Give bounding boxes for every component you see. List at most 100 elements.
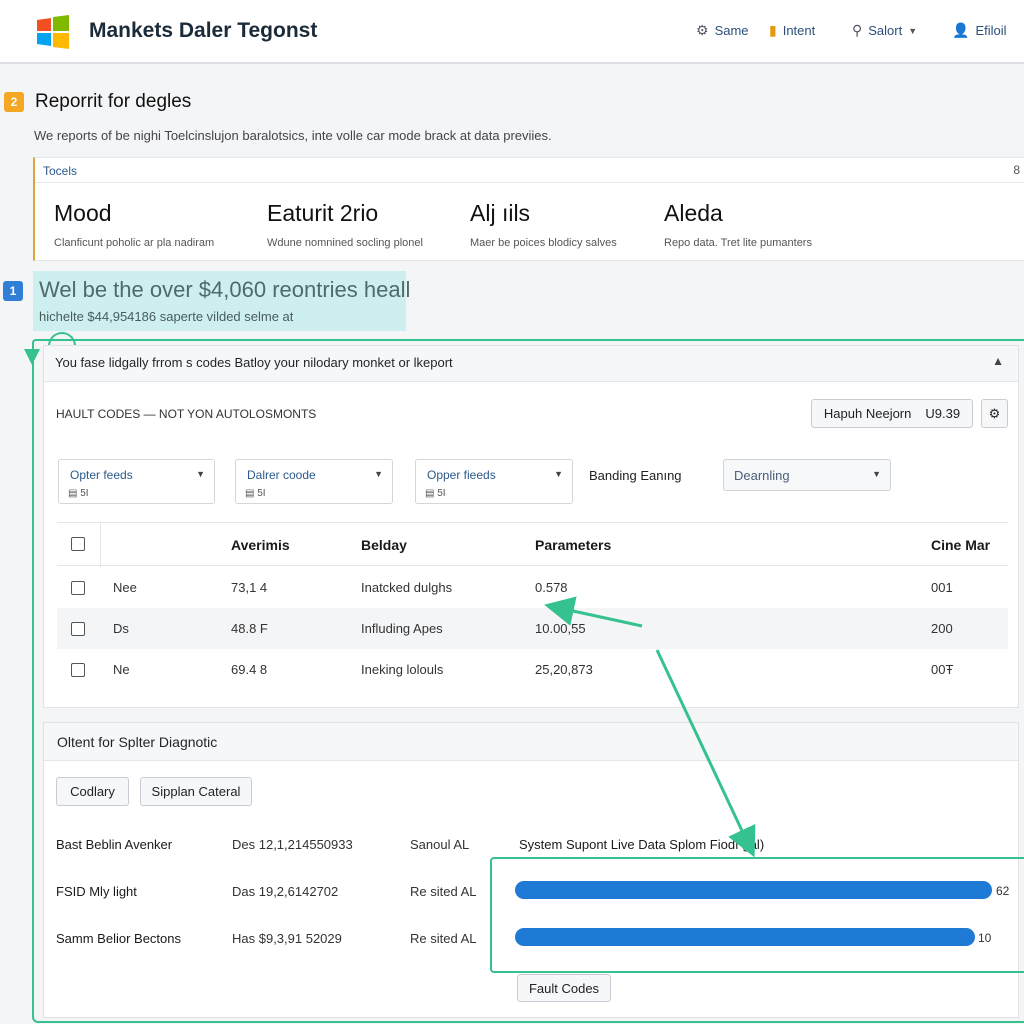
cell-parameters: 25,20,873 xyxy=(535,662,593,677)
nav-label: Same xyxy=(714,23,749,38)
chevron-down-icon: ▼ xyxy=(908,25,918,36)
progress-bar-fill xyxy=(515,881,992,899)
progress-value: 62 xyxy=(996,884,1010,898)
gear-icon: ⚙ xyxy=(696,22,709,38)
cell-name: Nee xyxy=(113,580,137,595)
nav-label: Salort xyxy=(868,23,903,38)
report-button-value: U9.39 xyxy=(925,406,961,421)
dropdown-dalrer-coode[interactable]: Dalrer coode ▼ ▤ 5I xyxy=(235,459,393,504)
column-header[interactable]: Parameters xyxy=(535,537,611,553)
progress-value: 10 xyxy=(978,931,992,945)
dropdown-caption: ▤ 5I xyxy=(68,488,89,499)
nav-intent[interactable]: ▮ Intent xyxy=(769,22,815,39)
stat-value: Eaturit 2rio xyxy=(267,200,379,226)
step-badge: 1 xyxy=(3,281,23,301)
diag-row-date: Has $9,3,91 52029 xyxy=(232,931,342,946)
diag-row-status: Re sited AL xyxy=(410,931,477,946)
table-row[interactable]: Ds 48.8 F Influding Apes 10.00,55 200 xyxy=(57,608,1008,649)
dropdown-caption: ▤ 5I xyxy=(425,488,446,499)
annotation-marker xyxy=(48,332,76,346)
filter-select[interactable]: Dearnling ▼ xyxy=(723,459,891,491)
settings-button[interactable]: ⚙ xyxy=(981,399,1008,428)
stat-caption: Maer be poices blodicy salves xyxy=(470,237,617,249)
diagnostic-title: Oltent for Splter Diagnotic xyxy=(57,734,218,750)
filter-label: Banding Eanıng xyxy=(589,468,682,483)
row-checkbox[interactable] xyxy=(71,663,85,677)
fault-codes-button[interactable]: Fault Codes xyxy=(517,974,611,1002)
section-title: Reporrit for degles xyxy=(35,91,192,112)
dropdown-opper-fieeds[interactable]: Opper fieeds ▼ ▤ 5I xyxy=(415,459,573,504)
tools-count: 8 xyxy=(1013,163,1020,177)
cell-name: Ne xyxy=(113,662,130,677)
stat-aleda: Aleda Repo data. Tret lite pumanters xyxy=(664,200,812,249)
diag-row-label: FSID Mly light xyxy=(56,884,137,899)
stat-value: Aleda xyxy=(664,200,723,226)
cell-cine: 001 xyxy=(931,580,953,595)
document-icon: ▮ xyxy=(769,22,777,38)
nav-label: Intent xyxy=(782,23,816,38)
user-icon: ⚲ xyxy=(852,22,863,38)
diagnostic-header: Oltent for Splter Diagnotic xyxy=(44,723,1018,761)
dropdown-caption: ▤ 5I xyxy=(245,488,266,499)
diag-row-status: Sanoul AL xyxy=(410,837,470,852)
divider xyxy=(100,523,101,567)
fault-codes-panel: You fase lidgally frrom s codes Batloy y… xyxy=(43,345,1019,708)
cell-cine: 00Ŧ xyxy=(931,662,954,677)
diag-row-status: Re sited AL xyxy=(410,884,477,899)
codlary-button[interactable]: Codlary xyxy=(56,777,129,806)
report-button-label: Hapuh Neejorn xyxy=(823,406,912,421)
diag-row-label: Samm Belior Bectons xyxy=(56,931,181,946)
chevron-down-icon: ▼ xyxy=(554,469,563,479)
column-header[interactable]: Belday xyxy=(361,537,407,553)
windows-logo-icon xyxy=(37,15,69,49)
tools-label: Tocels xyxy=(43,164,78,178)
stat-caption: Repo data. Tret lite pumanters xyxy=(664,237,812,249)
top-bar: Mankets Daler Tegonst ⚙ Same ▮ Intent ⚲ … xyxy=(0,0,1024,64)
stat-mood: Mood Clanficunt poholic ar pla nadiram xyxy=(54,200,214,249)
chevron-up-icon[interactable]: ▲ xyxy=(992,354,1004,368)
progress-bar-fill xyxy=(515,928,975,946)
row-checkbox[interactable] xyxy=(71,622,85,636)
nav-same[interactable]: ⚙ Same xyxy=(696,22,749,39)
nav-salort[interactable]: ⚲ Salort ▼ xyxy=(852,22,917,39)
diag-row-date: Des 12,1,214550933 xyxy=(232,837,353,852)
table-row[interactable]: Ne 69.4 8 Ineking lolouls 25,20,873 00Ŧ xyxy=(57,649,1008,690)
report-button[interactable]: Hapuh Neejorn U9.39 xyxy=(811,399,973,428)
cell-parameters: 10.00,55 xyxy=(535,621,586,636)
select-value: Dearnling xyxy=(734,468,790,483)
panel-title: You fase lidgally frrom s codes Batloy y… xyxy=(55,355,453,370)
fault-codes-table: Averimis Belday Parameters Cine Mar Nee … xyxy=(57,522,1008,692)
dropdown-label: Opper fieeds xyxy=(427,468,496,482)
cell-belday: Inatcked dulghs xyxy=(361,580,453,595)
chevron-down-icon: ▼ xyxy=(374,469,383,479)
chevron-down-icon: ▼ xyxy=(196,469,205,479)
nav-profile[interactable]: 👤 Efiloil xyxy=(952,22,1007,39)
stat-caption: Clanficunt poholic ar pla nadiram xyxy=(54,237,215,249)
progress-bar xyxy=(515,881,992,899)
column-header[interactable]: Cine Mar xyxy=(931,537,990,553)
dropdown-opter-feeds[interactable]: Opter feeds ▼ ▤ 5I xyxy=(58,459,215,504)
table-row[interactable]: Nee 73,1 4 Inatcked dulghs 0.578 001 xyxy=(57,567,1008,608)
cell-name: Ds xyxy=(113,621,129,636)
select-all-checkbox[interactable] xyxy=(71,537,85,551)
panel-header: You fase lidgally frrom s codes Batloy y… xyxy=(44,346,1018,382)
highlight-text: Wel be the over $4,060 reontries heall xyxy=(39,277,411,302)
sipplan-cateral-button[interactable]: Sipplan Cateral xyxy=(140,777,252,806)
row-checkbox[interactable] xyxy=(71,581,85,595)
highlight-subtext: hichelte $44,954186 saperte vilded selme… xyxy=(39,309,294,324)
cell-belday: Ineking lolouls xyxy=(361,662,444,677)
dropdown-label: Opter feeds xyxy=(70,468,133,482)
table-header: Averimis Belday Parameters Cine Mar xyxy=(57,522,1008,567)
diag-row-date: Das 19,2,6142702 xyxy=(232,884,339,899)
divider xyxy=(35,182,1024,183)
column-header[interactable]: Averimis xyxy=(231,537,290,553)
cell-cine: 200 xyxy=(931,621,953,636)
chart-header: System Supont Live Data Splom Fiodı ɮal) xyxy=(519,837,765,852)
gear-icon: ⚙ xyxy=(988,405,1001,421)
progress-bar xyxy=(515,928,975,946)
stat-value: Alj ıils xyxy=(470,200,531,226)
stat-value: Mood xyxy=(54,200,112,226)
cell-average: 69.4 8 xyxy=(231,662,268,677)
step-badge: 2 xyxy=(4,92,24,112)
profile-icon: 👤 xyxy=(952,22,970,38)
